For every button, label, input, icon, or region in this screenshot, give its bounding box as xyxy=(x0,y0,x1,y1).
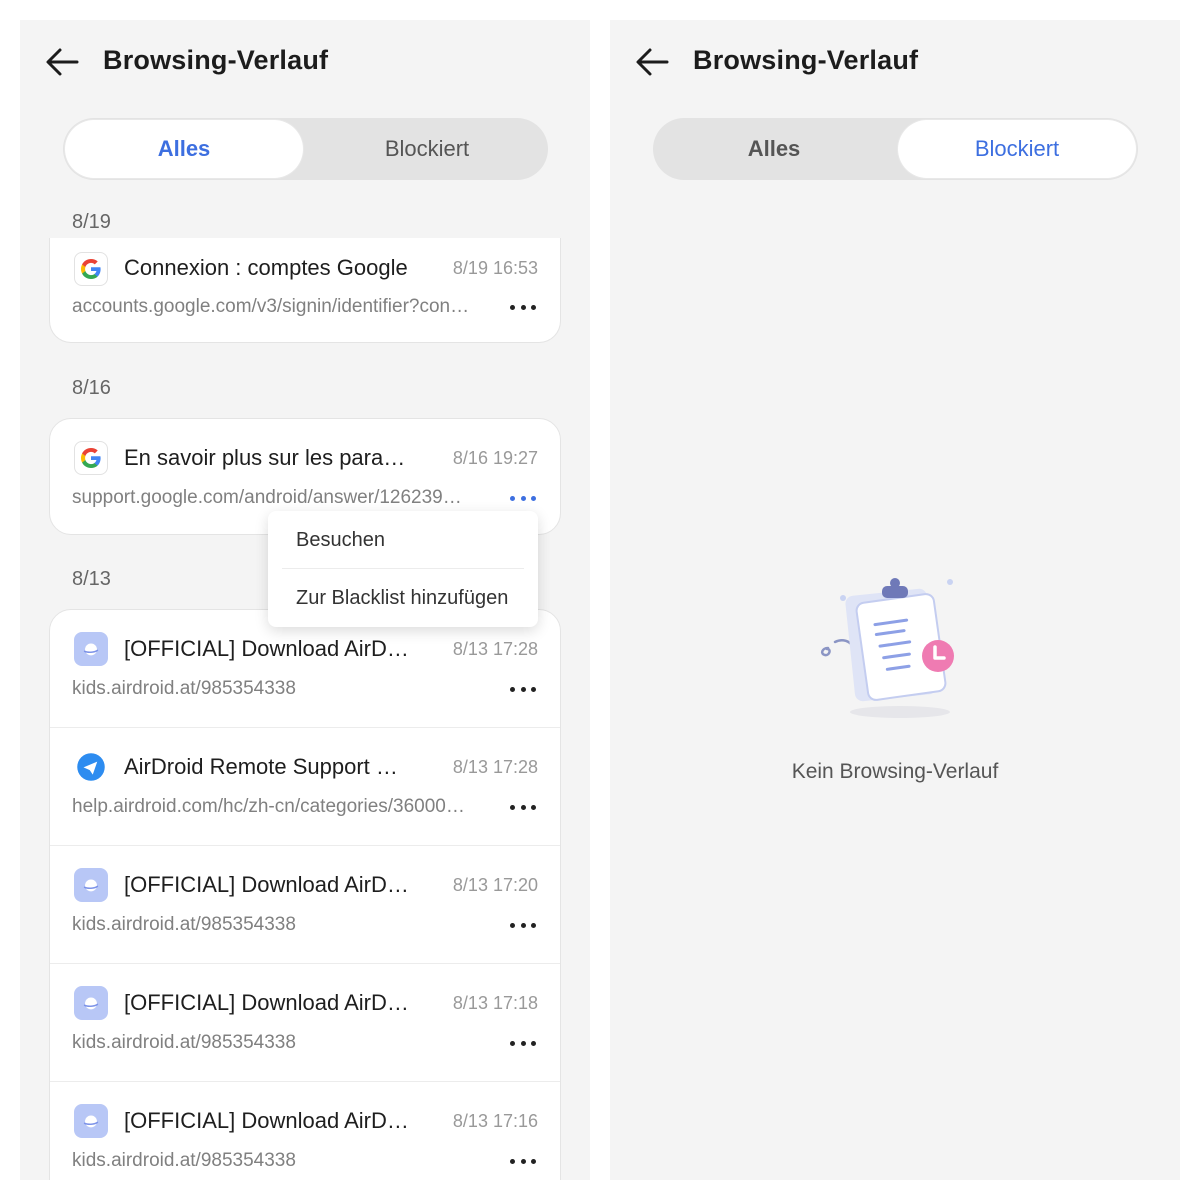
history-item[interactable]: AirDroid Remote Support … 8/13 17:28 hel… xyxy=(50,728,560,846)
airdroid-kids-icon xyxy=(74,986,108,1020)
google-icon xyxy=(74,252,108,286)
item-title: Connexion : comptes Google xyxy=(124,255,408,280)
history-screen-blocked: Browsing-Verlauf Alles Blockiert Kein Br… xyxy=(610,20,1180,1180)
item-title: [OFFICIAL] Download AirD… xyxy=(124,872,409,897)
more-options-icon[interactable] xyxy=(510,296,536,318)
item-title: En savoir plus sur les para… xyxy=(124,445,406,470)
item-time: 8/13 17:28 xyxy=(452,757,538,777)
page-title: Browsing-Verlauf xyxy=(693,45,919,75)
history-card: Connexion : comptes Google 8/19 16:53 ac… xyxy=(49,238,561,343)
item-time: 8/13 17:20 xyxy=(452,875,538,895)
history-item[interactable]: [OFFICIAL] Download AirD… 8/13 17:18 kid… xyxy=(50,964,560,1082)
menu-item-visit[interactable]: Besuchen xyxy=(296,529,385,552)
context-menu: Besuchen Zur Blacklist hinzufügen xyxy=(268,511,538,627)
more-options-icon[interactable] xyxy=(510,1150,536,1172)
more-options-icon[interactable] xyxy=(510,914,536,936)
item-title: [OFFICIAL] Download AirD… xyxy=(124,990,409,1015)
item-url: support.google.com/android/answer/126239… xyxy=(72,487,462,508)
history-item[interactable]: [OFFICIAL] Download AirD… 8/13 17:28 kid… xyxy=(50,610,560,728)
item-time: 8/13 17:28 xyxy=(452,639,538,659)
history-item[interactable]: [OFFICIAL] Download AirD… 8/13 17:16 kid… xyxy=(50,1082,560,1180)
history-card: [OFFICIAL] Download AirD… 8/13 17:28 kid… xyxy=(49,609,561,1180)
item-url: kids.airdroid.at/985354338 xyxy=(72,914,296,935)
tab-blocked[interactable]: Blockiert xyxy=(308,120,546,178)
app-header: Browsing-Verlauf xyxy=(20,20,590,104)
item-time: 8/19 16:53 xyxy=(452,258,538,278)
segment-control: Alles Blockiert xyxy=(653,118,1138,180)
item-time: 8/16 19:27 xyxy=(452,448,538,468)
airdroid-kids-icon xyxy=(74,632,108,666)
menu-item-add-to-blacklist[interactable]: Zur Blacklist hinzufügen xyxy=(296,587,508,610)
item-url: kids.airdroid.at/985354338 xyxy=(72,1150,296,1171)
empty-history-illustration-icon xyxy=(820,578,954,718)
airdroid-kids-icon xyxy=(74,1104,108,1138)
date-header: 8/19 xyxy=(72,211,111,233)
back-arrow-icon[interactable] xyxy=(634,46,670,78)
item-url: accounts.google.com/v3/signin/identifier… xyxy=(72,296,470,317)
date-header: 8/13 xyxy=(72,568,111,590)
tab-blocked[interactable]: Blockiert xyxy=(898,120,1136,178)
menu-divider xyxy=(282,568,524,569)
back-arrow-icon[interactable] xyxy=(44,46,80,78)
item-title: [OFFICIAL] Download AirD… xyxy=(124,1108,409,1133)
app-header: Browsing-Verlauf xyxy=(610,20,1180,104)
history-screen-all: Browsing-Verlauf Alles Blockiert 8/19 Co… xyxy=(20,20,590,1180)
page-title: Browsing-Verlauf xyxy=(103,45,329,75)
item-time: 8/13 17:18 xyxy=(452,993,538,1013)
more-options-icon[interactable] xyxy=(510,678,536,700)
tab-all[interactable]: Alles xyxy=(655,120,893,178)
more-options-icon[interactable] xyxy=(510,1032,536,1054)
item-title: [OFFICIAL] Download AirD… xyxy=(124,636,409,661)
airdroid-remote-icon xyxy=(74,750,108,784)
airdroid-kids-icon xyxy=(74,868,108,902)
more-options-icon[interactable] xyxy=(510,487,536,509)
item-time: 8/13 17:16 xyxy=(452,1111,538,1131)
item-url: help.airdroid.com/hc/zh-cn/categories/36… xyxy=(72,796,465,817)
history-item[interactable]: Connexion : comptes Google 8/19 16:53 ac… xyxy=(50,238,560,343)
more-options-icon[interactable] xyxy=(510,796,536,818)
item-title: AirDroid Remote Support … xyxy=(124,754,398,779)
segment-control: Alles Blockiert xyxy=(63,118,548,180)
tab-all[interactable]: Alles xyxy=(65,120,303,178)
date-header: 8/16 xyxy=(72,377,111,399)
item-url: kids.airdroid.at/985354338 xyxy=(72,1032,296,1053)
empty-state-text: Kein Browsing-Verlauf xyxy=(791,760,999,783)
google-icon xyxy=(74,441,108,475)
history-item[interactable]: [OFFICIAL] Download AirD… 8/13 17:20 kid… xyxy=(50,846,560,964)
item-url: kids.airdroid.at/985354338 xyxy=(72,678,296,699)
